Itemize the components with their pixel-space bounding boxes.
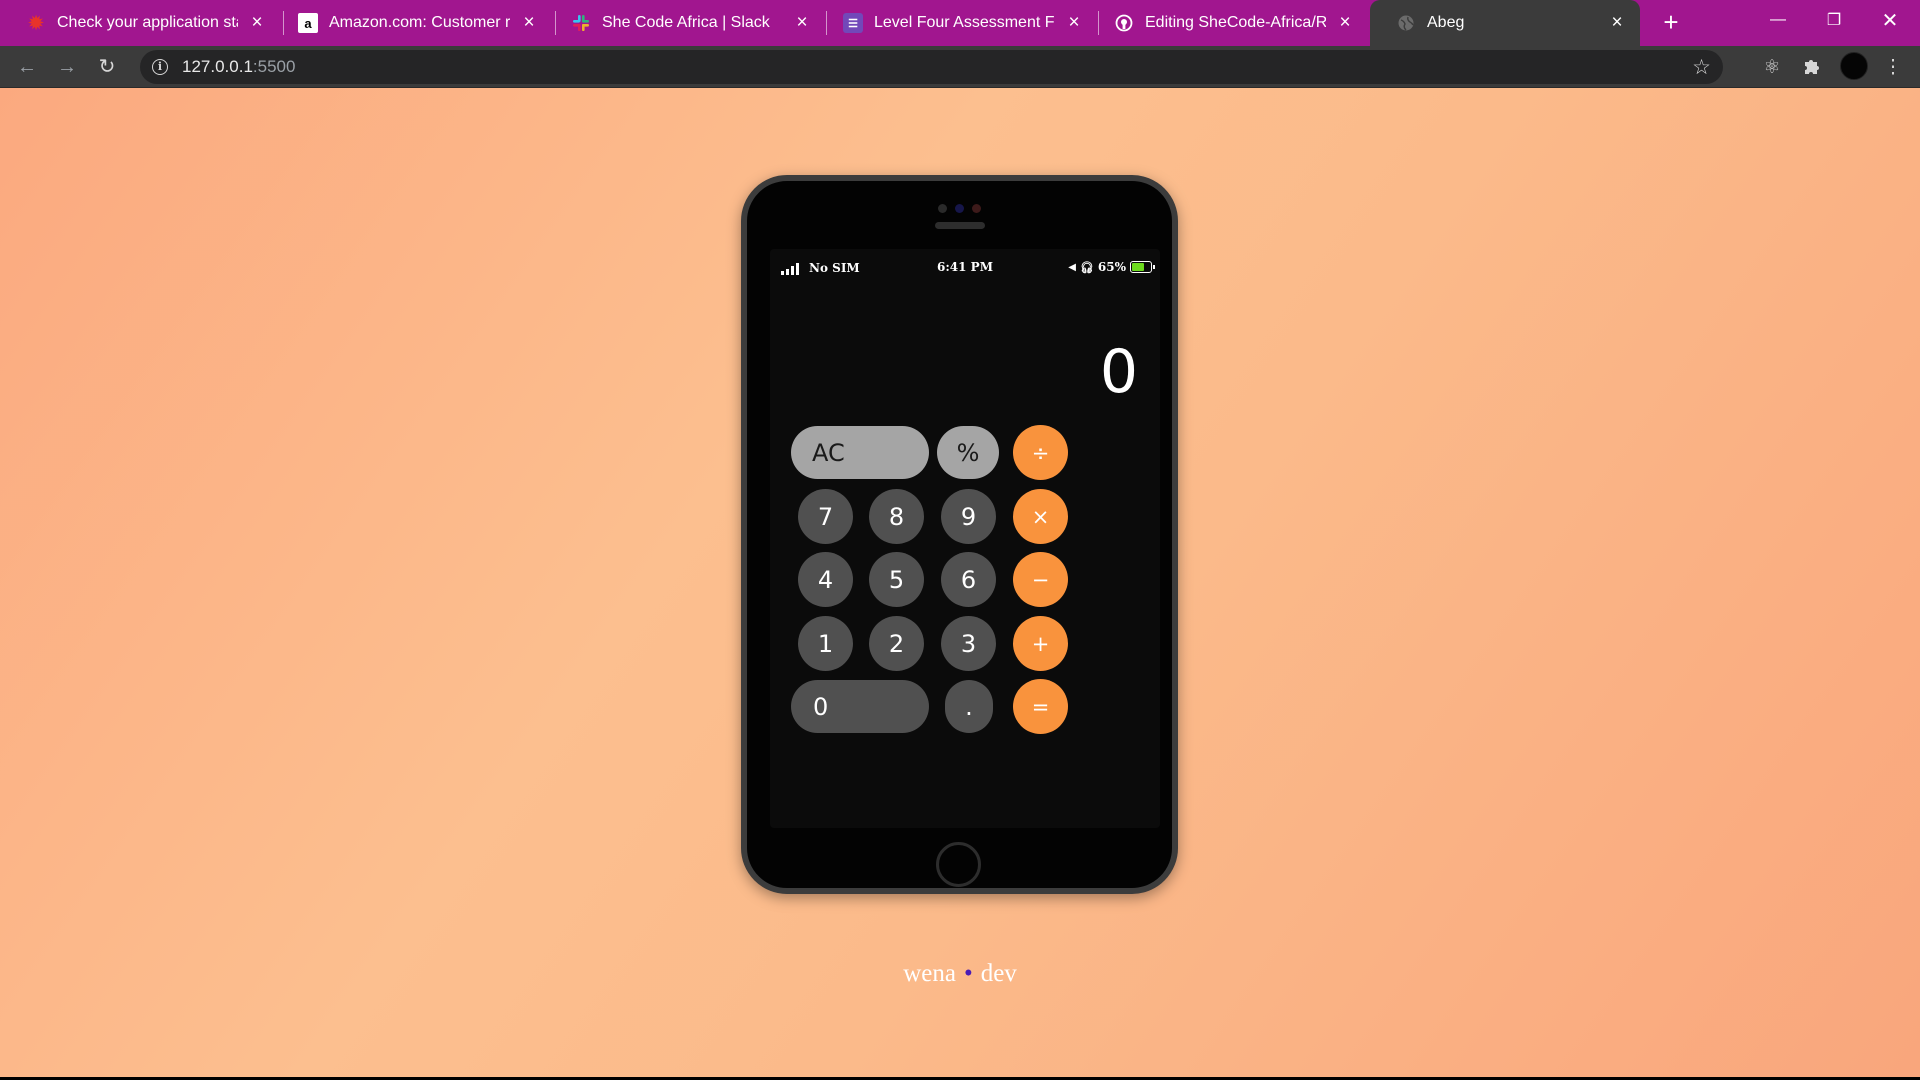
react-devtools-icon[interactable]: ⚛ [1760,56,1784,80]
digit-1-button[interactable]: 1 [798,616,853,671]
tab-strip: ✹ Check your application status × a Amaz… [0,0,1920,46]
add-button[interactable]: + [1013,616,1068,671]
profile-avatar[interactable] [1840,52,1868,80]
amazon-icon: a [298,13,318,33]
equals-button[interactable]: = [1013,679,1068,734]
tab-title: Abeg [1427,14,1465,31]
info-icon[interactable]: i [152,59,168,75]
close-icon[interactable]: × [791,12,813,34]
footer-dot: • [963,960,973,987]
tab-title: Check your application status [57,14,238,31]
tab-application-status[interactable]: ✹ Check your application status × [0,0,280,46]
digit-0-button[interactable]: 0 [791,680,929,733]
decimal-button[interactable]: . [945,680,993,733]
maple-leaf-icon: ✹ [28,12,44,33]
phone-frame: No SIM 6:41 PM ◀ 🎧︎ 65% 0 AC % ÷ 7 8 9 ×… [741,175,1178,894]
digit-5-button[interactable]: 5 [869,552,924,607]
calculator-screen: No SIM 6:41 PM ◀ 🎧︎ 65% 0 AC % ÷ 7 8 9 ×… [770,249,1160,828]
new-tab-button[interactable]: + [1656,8,1686,38]
minimize-button[interactable]: — [1750,0,1806,40]
digit-7-button[interactable]: 7 [798,489,853,544]
battery-percent: 65% [1097,260,1126,274]
camera-dot [938,204,947,213]
url-port: :5500 [252,57,296,76]
battery-level [1132,263,1144,271]
location-arrow-icon: ◀ [1068,261,1076,273]
battery-icon [1130,261,1155,273]
tab-amazon-reviews[interactable]: a Amazon.com: Customer reviews × [272,0,552,46]
close-icon[interactable]: × [1606,12,1628,34]
tab-abeg[interactable]: Abeg × [1370,0,1640,46]
percent-button[interactable]: % [937,426,999,479]
back-button[interactable]: ← [13,53,41,81]
tab-github-readme[interactable]: Editing SheCode-Africa/README × [1088,0,1368,46]
close-icon[interactable]: × [246,12,268,34]
close-icon[interactable]: × [1334,12,1356,34]
slack-icon [571,13,591,33]
digit-2-button[interactable]: 2 [869,616,924,671]
forward-button[interactable]: → [53,53,81,81]
digit-4-button[interactable]: 4 [798,552,853,607]
camera-dot [955,204,964,213]
footer-name: wena [903,960,956,987]
digit-3-button[interactable]: 3 [941,616,996,671]
digit-8-button[interactable]: 8 [869,489,924,544]
tab-title: Amazon.com: Customer reviews [329,14,510,31]
footer-credit: wena • dev [0,960,1920,988]
tab-assessment-form[interactable]: ☰ Level Four Assessment Form × [817,0,1097,46]
menu-dots-icon[interactable]: ⋮ [1881,56,1905,80]
status-bar: No SIM 6:41 PM ◀ 🎧︎ 65% [770,249,1160,281]
phone-speaker [935,222,985,229]
close-icon[interactable]: × [518,12,540,34]
restore-button[interactable]: ❐ [1806,0,1862,40]
footer-suffix: dev [980,960,1017,987]
browser-toolbar: ← → ↻ i 127.0.0.1 :5500 ☆ ⚛ ⋮ [0,46,1920,88]
bookmark-star-icon[interactable]: ☆ [1692,55,1711,80]
camera-dot [972,204,981,213]
divide-button[interactable]: ÷ [1013,425,1068,480]
tab-title: She Code Africa | Slack [602,14,770,31]
status-right: ◀ 🎧︎ 65% [1068,260,1155,274]
tab-title: Level Four Assessment Form [874,14,1055,31]
address-bar[interactable]: i 127.0.0.1 :5500 ☆ [140,50,1723,84]
url-host: 127.0.0.1 [182,57,253,76]
globe-icon [1396,13,1416,33]
extensions-puzzle-icon[interactable] [1800,56,1824,80]
home-button[interactable] [936,842,981,887]
google-forms-icon: ☰ [843,13,863,33]
github-icon [1114,13,1134,33]
clear-button[interactable]: AC [791,426,929,479]
digit-9-button[interactable]: 9 [941,489,996,544]
tab-slack[interactable]: She Code Africa | Slack × [545,0,825,46]
close-icon[interactable]: × [1063,12,1085,34]
calculator-display: 0 [1099,337,1138,407]
tab-title: Editing SheCode-Africa/README [1145,14,1326,31]
close-window-button[interactable]: ✕ [1862,0,1918,40]
page-content: No SIM 6:41 PM ◀ 🎧︎ 65% 0 AC % ÷ 7 8 9 ×… [0,88,1920,1077]
multiply-button[interactable]: × [1013,489,1068,544]
headphones-icon: 🎧︎ [1079,260,1094,274]
subtract-button[interactable]: − [1013,552,1068,607]
reload-button[interactable]: ↻ [93,53,121,81]
digit-6-button[interactable]: 6 [941,552,996,607]
